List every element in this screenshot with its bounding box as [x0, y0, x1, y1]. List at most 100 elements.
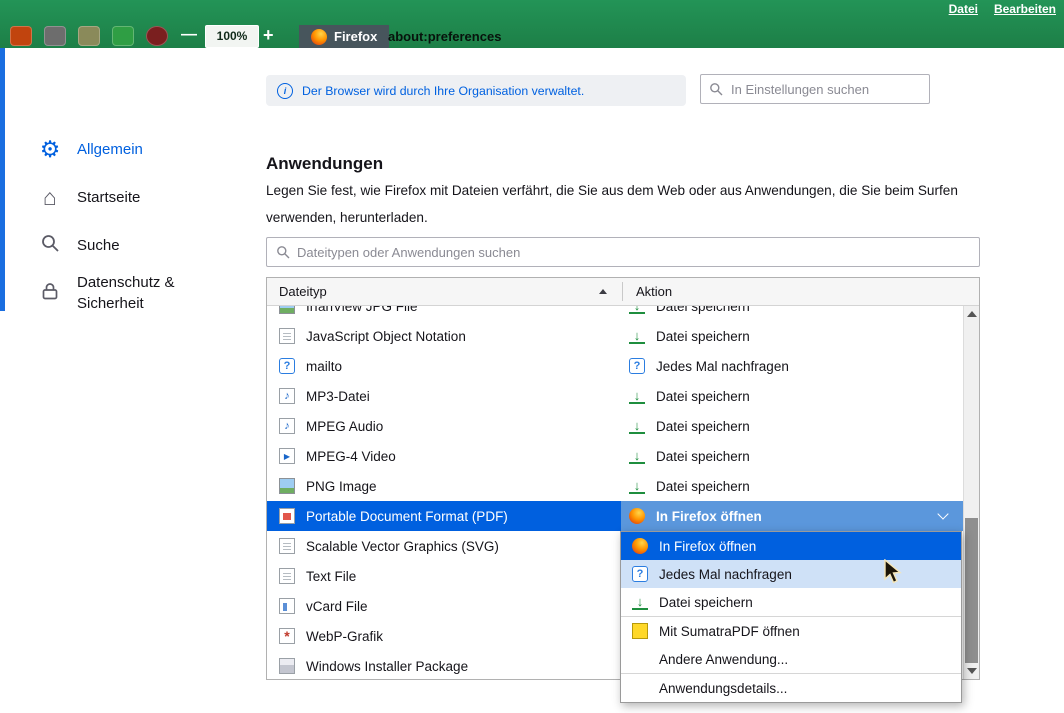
- dropdown-item[interactable]: Mit SumatraPDF öffnen: [621, 616, 961, 645]
- file-type-cell[interactable]: IrfanView JPG File: [267, 306, 621, 321]
- action-cell[interactable]: ↓Datei speichern: [621, 321, 963, 351]
- installer-file-icon: [279, 658, 295, 674]
- managed-by-organisation-notice: Der Browser wird durch Ihre Organisation…: [266, 75, 686, 106]
- file-type-label: Text File: [306, 569, 356, 584]
- scrollbar-thumb[interactable]: [965, 518, 978, 663]
- zoom-in-button[interactable]: +: [263, 23, 274, 47]
- table-scrollbar[interactable]: [963, 306, 979, 679]
- file-type-label: MPEG-4 Video: [306, 449, 396, 464]
- file-type-cell[interactable]: ▶ MPEG-4 Video: [267, 441, 621, 471]
- action-cell[interactable]: ? Jedes Mal nachfragen: [621, 351, 963, 381]
- ask-icon: ?: [629, 358, 645, 374]
- file-type-label: JavaScript Object Notation: [306, 329, 466, 344]
- dropdown-item[interactable]: ? Jedes Mal nachfragen: [621, 560, 961, 588]
- audio-file-icon: ♪: [279, 388, 295, 404]
- dropdown-item[interactable]: Anwendungsdetails...: [621, 673, 961, 702]
- scroll-down-icon[interactable]: [967, 668, 977, 674]
- action-cell[interactable]: ↓Datei speichern: [621, 306, 963, 321]
- file-type-cell[interactable]: Text File: [267, 561, 621, 591]
- sort-ascending-icon: [599, 289, 607, 294]
- column-header-dateityp[interactable]: Dateityp: [279, 278, 327, 305]
- screen: Datei Bearbeiten — 100% + Firefox about:…: [0, 0, 1064, 713]
- sidebar-item-datenschutz[interactable]: Datenschutz & Sicherheit: [38, 272, 207, 314]
- action-label: Datei speichern: [656, 419, 750, 434]
- dropdown-item[interactable]: ↓Datei speichern: [621, 588, 961, 616]
- sidebar-item-startseite[interactable]: ⌂ Startseite: [38, 185, 140, 209]
- audio-file-icon: ♪: [279, 418, 295, 434]
- table-row[interactable]: ♪ MP3-Datei ↓ Datei speichern: [267, 381, 963, 411]
- table-row[interactable]: Portable Document Format (PDF)In Firefox…: [267, 501, 963, 531]
- table-row[interactable]: JavaScript Object Notation ↓Datei speiche…: [267, 321, 963, 351]
- action-select[interactable]: In Firefox öffnen: [621, 501, 963, 531]
- dropdown-item[interactable]: In Firefox öffnen: [621, 532, 961, 560]
- chevron-down-icon: [937, 508, 948, 519]
- sidebar-item-label: Startseite: [77, 187, 140, 208]
- save-icon: ↓: [629, 306, 645, 314]
- image-file-icon: [279, 478, 295, 494]
- action-cell[interactable]: ↓ Datei speichern: [621, 411, 963, 441]
- action-label: Jedes Mal nachfragen: [656, 359, 789, 374]
- toolbar-app-icon-3[interactable]: [78, 26, 100, 46]
- file-type-label: mailto: [306, 359, 342, 374]
- filetype-search-input[interactable]: [266, 237, 980, 267]
- lock-icon: [38, 281, 62, 305]
- table-row[interactable]: PNG Image↓Datei speichern: [267, 471, 963, 501]
- ask-icon: ?: [632, 566, 648, 582]
- column-header-aktion[interactable]: Aktion: [636, 278, 672, 305]
- file-type-cell[interactable]: PNG Image: [267, 471, 621, 501]
- dropdown-item-label: Andere Anwendung...: [659, 652, 788, 667]
- menu-item-bearbeiten[interactable]: Bearbeiten: [994, 2, 1056, 16]
- toolbar-app-icons: [10, 26, 168, 46]
- column-divider: [622, 282, 623, 301]
- toolbar-app-icon-5[interactable]: [146, 26, 168, 46]
- save-icon: ↓: [629, 389, 645, 404]
- file-type-cell[interactable]: vCard File: [267, 591, 621, 621]
- file-type-label: MP3-Datei: [306, 389, 370, 404]
- toolbar-app-icon-2[interactable]: [44, 26, 66, 46]
- table-header: Dateityp Aktion: [267, 278, 979, 306]
- gear-icon: ⚙: [38, 137, 62, 161]
- video-file-icon: ▶: [279, 448, 295, 464]
- action-label: Datei speichern: [656, 389, 750, 404]
- table-row[interactable]: ?mailto? Jedes Mal nachfragen: [267, 351, 963, 381]
- managed-notice-text: Der Browser wird durch Ihre Organisation…: [302, 84, 584, 98]
- scroll-up-icon[interactable]: [967, 311, 977, 317]
- zoom-level-indicator: 100%: [205, 25, 259, 48]
- action-cell[interactable]: ↓ Datei speichern: [621, 381, 963, 411]
- file-type-cell[interactable]: *WebP-Grafik: [267, 621, 621, 651]
- menu-item-datei[interactable]: Datei: [949, 2, 978, 16]
- file-type-cell[interactable]: ♪ MP3-Datei: [267, 381, 621, 411]
- action-cell[interactable]: ↓Datei speichern: [621, 471, 963, 501]
- file-type-cell[interactable]: JavaScript Object Notation: [267, 321, 621, 351]
- sumatra-icon: [632, 623, 648, 639]
- info-icon: [277, 83, 293, 99]
- firefox-window-tab[interactable]: Firefox: [299, 25, 389, 48]
- settings-search-input[interactable]: [700, 74, 930, 104]
- save-icon: ↓: [629, 419, 645, 434]
- sidebar-item-allgemein[interactable]: ⚙ Allgemein: [38, 137, 143, 161]
- action-label: Datei speichern: [656, 479, 750, 494]
- sidebar-item-label: Allgemein: [77, 139, 143, 160]
- toolbar-app-icon-4[interactable]: [112, 26, 134, 46]
- dropdown-item[interactable]: Andere Anwendung...: [621, 645, 961, 673]
- dropdown-item-label: Jedes Mal nachfragen: [659, 567, 792, 582]
- action-cell[interactable]: ↓Datei speichern: [621, 441, 963, 471]
- table-row[interactable]: ♪ MPEG Audio ↓ Datei speichern: [267, 411, 963, 441]
- action-dropdown-menu: In Firefox öffnen? Jedes Mal nachfragen ↓D…: [620, 531, 962, 703]
- sidebar-item-suche[interactable]: Suche: [38, 233, 120, 257]
- file-type-cell[interactable]: Windows Installer Package: [267, 651, 621, 679]
- file-type-cell[interactable]: ?mailto: [267, 351, 621, 381]
- file-type-cell[interactable]: ♪ MPEG Audio: [267, 411, 621, 441]
- table-row[interactable]: ▶ MPEG-4 Video ↓Datei speichern: [267, 441, 963, 471]
- save-icon: ↓: [629, 449, 645, 464]
- address-text: about:preferences: [388, 25, 501, 48]
- file-type-cell[interactable]: Portable Document Format (PDF): [267, 501, 621, 531]
- file-type-label: MPEG Audio: [306, 419, 383, 434]
- zoom-out-button[interactable]: —: [181, 24, 197, 46]
- save-icon: ↓: [632, 595, 648, 610]
- tab-label: Firefox: [334, 29, 377, 44]
- file-type-cell[interactable]: Scalable Vector Graphics (SVG): [267, 531, 621, 561]
- left-accent-strip: [0, 48, 5, 311]
- table-row[interactable]: IrfanView JPG File↓Datei speichern: [267, 306, 963, 321]
- toolbar-app-icon-1[interactable]: [10, 26, 32, 46]
